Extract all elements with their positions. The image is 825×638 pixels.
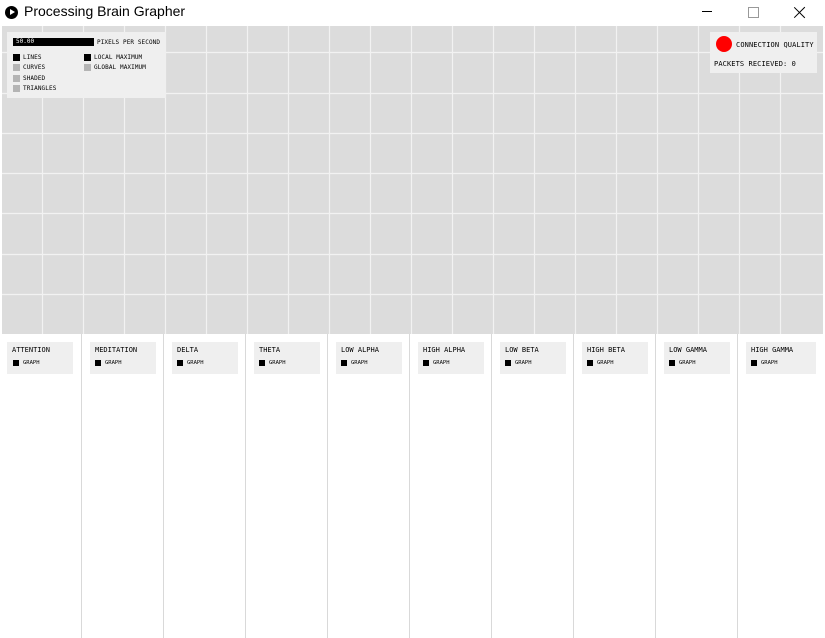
graph-checkbox-low-gamma[interactable]	[669, 360, 675, 366]
graph-checkbox-low-alpha[interactable]	[341, 360, 347, 366]
maximize-button[interactable]	[730, 0, 776, 25]
shaded-checkbox[interactable]	[13, 75, 20, 82]
band-title-low-beta: LOW BETA	[505, 346, 539, 354]
processing-app-icon	[5, 6, 18, 19]
column-divider	[163, 334, 164, 638]
graph-checkbox-attention[interactable]	[13, 360, 19, 366]
graph-checkbox-delta[interactable]	[177, 360, 183, 366]
band-title-theta: THETA	[259, 346, 281, 354]
column-divider	[81, 334, 82, 638]
column-divider	[491, 334, 492, 638]
graph-label: GRAPH	[597, 360, 614, 366]
band-title-high-alpha: HIGH ALPHA	[423, 346, 466, 354]
minimize-button[interactable]	[684, 0, 730, 25]
graph-label: GRAPH	[761, 360, 778, 366]
band-title-low-gamma: LOW GAMMA	[669, 346, 707, 354]
band-graphs-area	[0, 334, 825, 638]
lines-label: LINES	[23, 54, 42, 61]
graph-label: GRAPH	[433, 360, 450, 366]
local-maximum-label: LOCAL MAXIMUM	[94, 54, 143, 61]
close-icon	[793, 6, 806, 19]
band-title-low-alpha: LOW ALPHA	[341, 346, 379, 354]
connection-status-icon	[716, 36, 732, 52]
graph-label: GRAPH	[105, 360, 122, 366]
graph-label: GRAPH	[515, 360, 532, 366]
local-maximum-checkbox[interactable]	[84, 54, 91, 61]
graph-checkbox-high-alpha[interactable]	[423, 360, 429, 366]
curves-label: CURVES	[23, 64, 46, 71]
pixels-per-second-value: 50.00	[16, 38, 35, 45]
maximize-icon	[748, 7, 759, 18]
graph-label: GRAPH	[351, 360, 368, 366]
band-title-high-beta: HIGH BETA	[587, 346, 625, 354]
triangles-label: TRIANGLES	[23, 85, 57, 92]
curves-checkbox[interactable]	[13, 64, 20, 71]
global-maximum-label: GLOBAL MAXIMUM	[94, 64, 146, 71]
shaded-label: SHADED	[23, 75, 46, 82]
triangles-checkbox[interactable]	[13, 85, 20, 92]
graph-checkbox-theta[interactable]	[259, 360, 265, 366]
title-bar[interactable]: Processing Brain Grapher	[0, 0, 825, 25]
column-divider	[245, 334, 246, 638]
graph-label: GRAPH	[269, 360, 286, 366]
packets-received-label: PACKETS RECIEVED: 0	[714, 60, 796, 68]
column-divider	[737, 334, 738, 638]
band-title-delta: DELTA	[177, 346, 199, 354]
graph-label: GRAPH	[187, 360, 204, 366]
pixels-per-second-label: PIXELS PER SECOND	[97, 39, 161, 46]
column-divider	[573, 334, 574, 638]
column-divider	[655, 334, 656, 638]
band-title-attention: ATTENTION	[12, 346, 50, 354]
graph-checkbox-high-beta[interactable]	[587, 360, 593, 366]
minimize-icon	[702, 11, 712, 12]
global-maximum-checkbox[interactable]	[84, 64, 91, 71]
graph-checkbox-meditation[interactable]	[95, 360, 101, 366]
graph-label: GRAPH	[679, 360, 696, 366]
graph-checkbox-high-gamma[interactable]	[751, 360, 757, 366]
column-divider	[327, 334, 328, 638]
graph-checkbox-low-beta[interactable]	[505, 360, 511, 366]
lines-checkbox[interactable]	[13, 54, 20, 61]
connection-quality-label: CONNECTION QUALITY	[736, 41, 814, 49]
band-title-high-gamma: HIGH GAMMA	[751, 346, 794, 354]
graph-label: GRAPH	[23, 360, 40, 366]
close-button[interactable]	[776, 0, 822, 25]
window-title: Processing Brain Grapher	[24, 3, 186, 19]
column-divider	[409, 334, 410, 638]
band-title-meditation: MEDITATION	[95, 346, 138, 354]
